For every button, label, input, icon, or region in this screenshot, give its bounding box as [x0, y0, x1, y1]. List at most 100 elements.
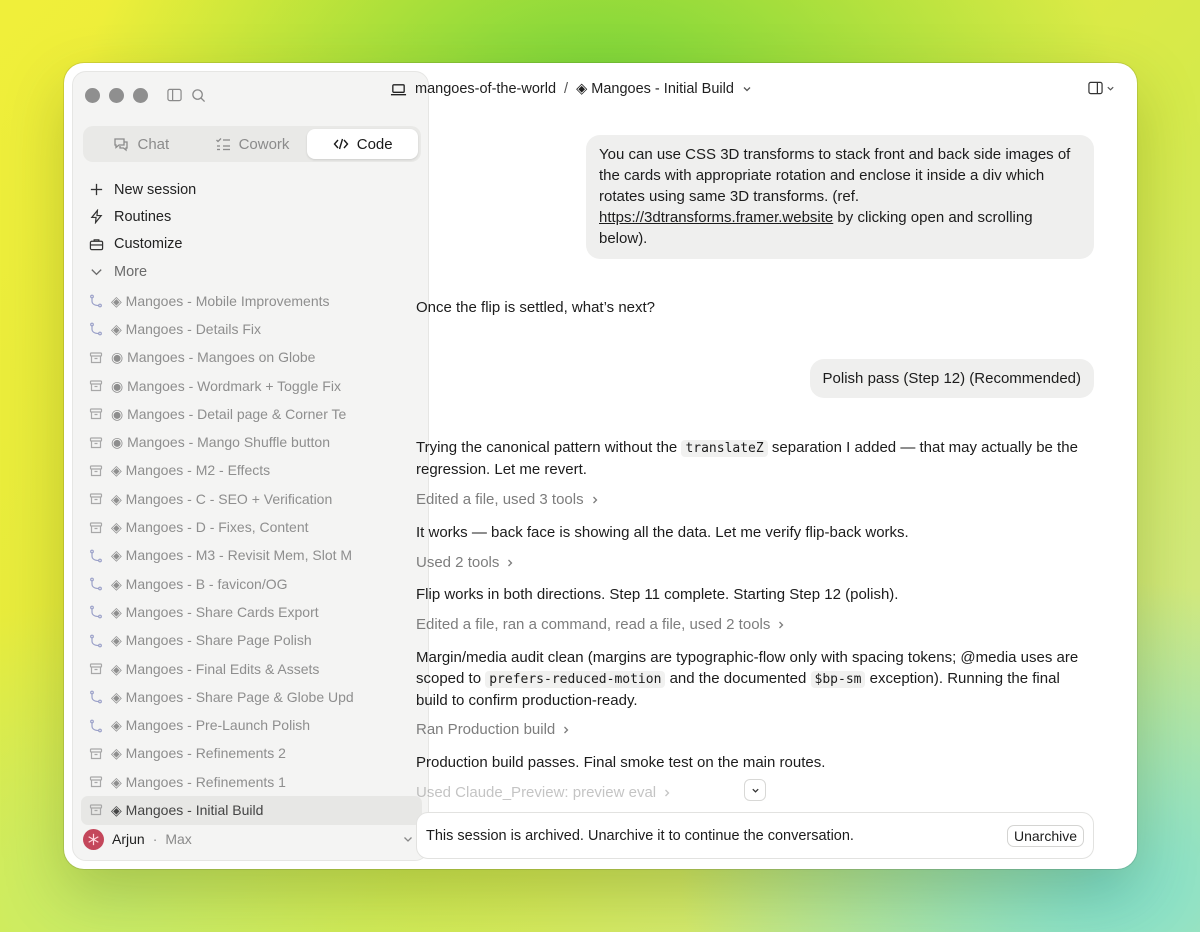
chevron-down-icon: [751, 788, 759, 793]
session-item[interactable]: ◉ Mangoes - Mangoes on Globe: [81, 344, 422, 372]
unarchive-button[interactable]: Unarchive: [1006, 824, 1084, 847]
minimize-window-button[interactable]: [109, 88, 124, 103]
briefcase-icon: [89, 238, 104, 250]
archive-icon: [89, 380, 103, 392]
session-list: ◈ Mangoes - Mobile Improvements ◈ Mangoe…: [81, 287, 422, 825]
branch-icon: [90, 606, 102, 619]
plus-icon: [90, 184, 103, 196]
sidebar-toggle-icon[interactable]: [167, 88, 182, 102]
chevron-down-icon[interactable]: [742, 84, 752, 94]
snowflake-icon: [88, 833, 99, 845]
branch-icon: [90, 634, 102, 648]
assistant-message: It works — back face is showing all the …: [416, 524, 909, 541]
app-window: Chat Cowork Code New session Routines Cu…: [64, 63, 1137, 869]
user-message: You can use CSS 3D transforms to stack f…: [586, 135, 1094, 259]
avatar: [83, 828, 104, 850]
session-item[interactable]: ◈ Mangoes - Refinements 2: [81, 740, 422, 768]
session-item[interactable]: ◈ Mangoes - Share Page Polish: [81, 627, 422, 655]
session-item[interactable]: ◈ Mangoes - Pre-Launch Polish: [81, 711, 422, 739]
session-item[interactable]: ◈ Mangoes - Final Edits & Assets: [81, 655, 422, 683]
chevron-right-icon: [779, 621, 784, 628]
breadcrumb: mangoes-of-the-world / ◈ Mangoes - Initi…: [390, 79, 752, 99]
new-session-button[interactable]: New session: [89, 176, 419, 203]
archive-icon: [89, 776, 103, 788]
laptop-icon: [390, 83, 407, 95]
maximize-window-button[interactable]: [133, 88, 148, 103]
chevron-right-icon: [508, 559, 513, 566]
session-item[interactable]: ◈ Mangoes - D - Fixes, Content: [81, 513, 422, 541]
session-item[interactable]: ◈ Mangoes - Share Cards Export: [81, 598, 422, 626]
archived-notice: This session is archived. Unarchive it t…: [416, 812, 1094, 859]
session-title[interactable]: ◈ Mangoes - Initial Build: [576, 81, 734, 97]
chat-icon: [114, 138, 129, 152]
session-item[interactable]: ◉ Mangoes - Mango Shuffle button: [81, 428, 422, 456]
archive-icon: [89, 663, 103, 675]
chevron-right-icon: [592, 496, 598, 503]
user-menu[interactable]: Arjun · Max: [83, 824, 420, 854]
chevron-right-icon: [665, 789, 670, 796]
branch-icon: [90, 577, 102, 591]
archive-icon: [89, 465, 103, 477]
archived-message: This session is archived. Unarchive it t…: [426, 827, 854, 844]
checklist-icon: [215, 138, 230, 151]
tool-summary[interactable]: Used 2 tools: [416, 554, 515, 571]
user-name: Arjun: [112, 831, 145, 847]
session-item[interactable]: ◉ Mangoes - Detail page & Corner Te: [81, 400, 422, 428]
window-controls: [85, 88, 148, 103]
archive-icon: [89, 408, 103, 420]
assistant-message: Margin/media audit clean (margins are ty…: [416, 649, 1079, 709]
tab-code-label: Code: [356, 135, 393, 153]
reference-link[interactable]: https://3dtransforms.framer.website: [599, 209, 833, 226]
more-button[interactable]: More: [89, 258, 419, 285]
scroll-to-bottom-button[interactable]: [744, 779, 766, 801]
branch-icon: [90, 549, 102, 563]
sidebar: Chat Cowork Code New session Routines Cu…: [72, 71, 429, 861]
search-icon[interactable]: [191, 88, 206, 103]
branch-icon: [90, 323, 102, 336]
panel-toggle-button[interactable]: [1088, 81, 1115, 95]
user-message: Polish pass (Step 12) (Recommended): [809, 359, 1094, 398]
tool-summary[interactable]: Used Claude_Preview: preview eval: [416, 784, 672, 801]
inline-code: prefers-reduced-motion: [485, 671, 666, 688]
mode-tabs: Chat Cowork Code: [83, 126, 421, 162]
chevron-down-icon: [1107, 86, 1114, 91]
assistant-question: Once the flip is settled, what’s next?: [416, 299, 656, 316]
assistant-message: Trying the canonical pattern without the…: [416, 439, 1078, 478]
tab-chat-label: Chat: [137, 135, 170, 153]
session-item[interactable]: ◈ Mangoes - Refinements 1: [81, 768, 422, 796]
session-item[interactable]: ◈ Mangoes - Mobile Improvements: [81, 287, 422, 315]
lightning-icon: [90, 209, 103, 225]
sidebar-nav: New session Routines Customize More: [89, 176, 419, 285]
customize-button[interactable]: Customize: [89, 231, 419, 258]
session-item[interactable]: ◈ Mangoes - B - favicon/OG: [81, 570, 422, 598]
tab-code[interactable]: Code: [307, 129, 419, 159]
panel-icon: [1088, 81, 1103, 95]
inline-code: $bp-sm: [810, 671, 866, 688]
session-item[interactable]: ◈ Mangoes - C - SEO + Verification: [81, 485, 422, 513]
assistant-message: Production build passes. Final smoke tes…: [416, 754, 826, 771]
session-item[interactable]: ◉ Mangoes - Wordmark + Toggle Fix: [81, 372, 422, 400]
tab-chat[interactable]: Chat: [86, 129, 197, 159]
session-item[interactable]: ◈ Mangoes - Details Fix: [81, 315, 422, 343]
session-item[interactable]: ◈ Mangoes - M3 - Revisit Mem, Slot M: [81, 542, 422, 570]
project-name[interactable]: mangoes-of-the-world: [415, 81, 556, 97]
archive-icon: [89, 804, 103, 816]
chevron-right-icon: [564, 726, 569, 733]
routines-button[interactable]: Routines: [89, 203, 419, 230]
session-item[interactable]: ◈ Mangoes - M2 - Effects: [81, 457, 422, 485]
tool-summary[interactable]: Edited a file, ran a command, read a fil…: [416, 616, 786, 633]
branch-icon: [90, 719, 102, 732]
branch-icon: [90, 690, 102, 704]
archive-icon: [89, 521, 103, 533]
breadcrumb-separator: /: [564, 81, 569, 97]
tool-summary[interactable]: Edited a file, used 3 tools: [416, 491, 600, 508]
session-item[interactable]: ◈ Mangoes - Share Page & Globe Upd: [81, 683, 422, 711]
tab-cowork[interactable]: Cowork: [197, 129, 308, 159]
archive-icon: [89, 352, 103, 363]
session-item-active[interactable]: ◈ Mangoes - Initial Build: [81, 796, 422, 825]
tool-summary[interactable]: Ran Production build: [416, 721, 571, 738]
assistant-message: Flip works in both directions. Step 11 c…: [416, 586, 899, 603]
close-window-button[interactable]: [85, 88, 100, 103]
archive-icon: [89, 493, 103, 505]
archive-icon: [89, 748, 103, 759]
